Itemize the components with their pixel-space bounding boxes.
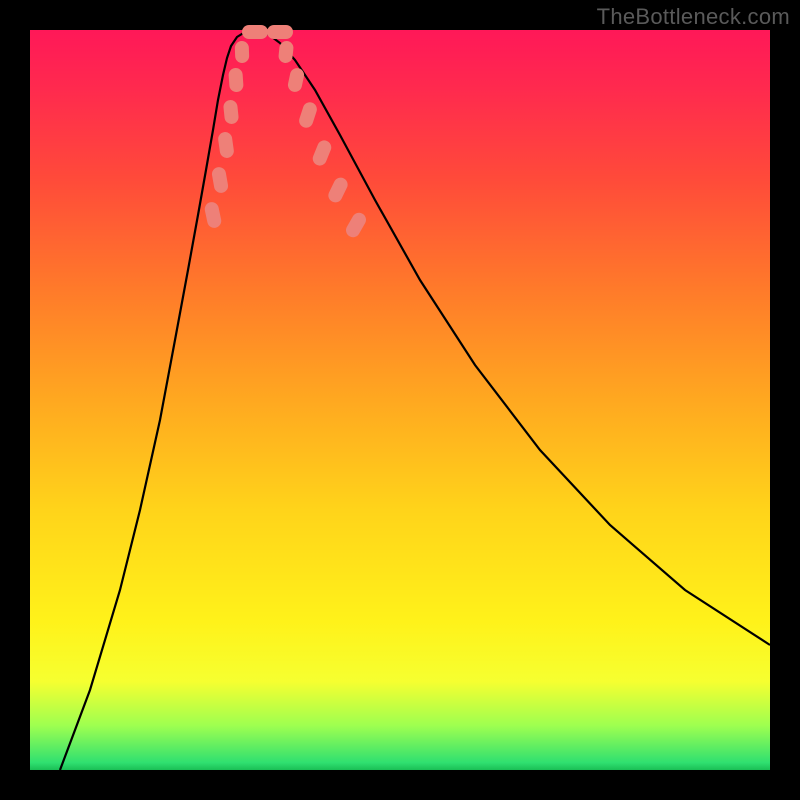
curve-marker [203,201,222,229]
curve-marker [242,25,268,39]
chart-container: TheBottleneck.com [0,0,800,800]
plot-area [30,30,770,770]
curve-marker [311,138,334,167]
curve-marker [297,100,318,129]
curve-marker [223,99,239,124]
curve-right-branch [255,30,770,645]
curve-marker [235,41,250,63]
curve-marker [217,131,234,159]
curve-marker [211,166,229,194]
curve-marker [287,67,306,93]
curve-marker [267,25,293,39]
curve-marker [343,210,368,240]
curve-marker [278,40,294,63]
curve-marker [228,68,244,93]
watermark-label: TheBottleneck.com [597,4,790,30]
bottleneck-curve [30,30,770,770]
curve-marker [326,175,350,205]
